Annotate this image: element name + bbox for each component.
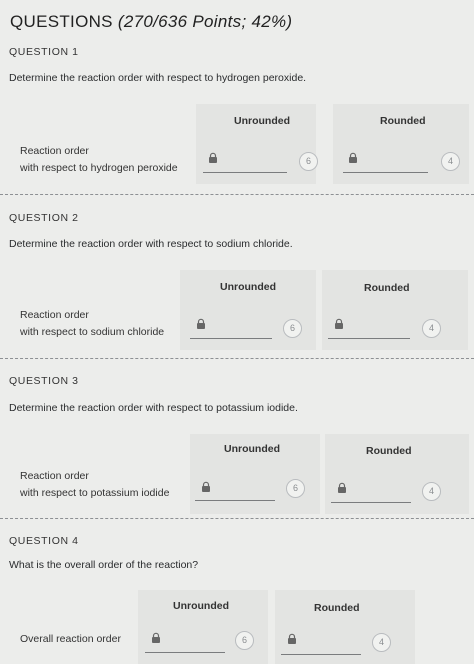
- question-3-rounded-header: Rounded: [366, 445, 412, 457]
- question-1-prompt: Determine the reaction order with respec…: [9, 72, 307, 84]
- question-3-prompt: Determine the reaction order with respec…: [9, 402, 298, 414]
- question-2-unrounded-header: Unrounded: [220, 281, 276, 293]
- question-4-prompt: What is the overall order of the reactio…: [9, 559, 199, 571]
- question-4-row-label: Overall reaction order: [20, 631, 121, 648]
- question-1-rounded-input[interactable]: [343, 158, 428, 173]
- question-4-unrounded-input[interactable]: [145, 638, 225, 653]
- question-3-unrounded-header: Unrounded: [224, 443, 280, 455]
- question-1-rounded-badge[interactable]: 4: [441, 152, 460, 171]
- row-label-line2: with respect to sodium chloride: [20, 326, 165, 338]
- question-4-unrounded-header: Unrounded: [173, 600, 229, 612]
- row-label-line1: Reaction order: [20, 145, 89, 157]
- header-title: QUESTIONS: [10, 12, 113, 31]
- question-divider: [0, 194, 474, 195]
- question-2-unrounded-badge[interactable]: 6: [283, 319, 302, 338]
- row-label-line2: with respect to potassium iodide: [20, 487, 170, 499]
- question-2-row-label: Reaction order with respect to sodium ch…: [20, 307, 164, 341]
- question-4-rounded-header: Rounded: [314, 602, 360, 614]
- question-divider: [0, 358, 474, 359]
- question-2-rounded-header: Rounded: [364, 282, 410, 294]
- question-4-rounded-input[interactable]: [281, 640, 361, 655]
- question-4-unrounded-badge[interactable]: 6: [235, 631, 254, 650]
- question-1-label: QUESTION 1: [9, 46, 79, 58]
- row-label-line1: Reaction order: [20, 309, 89, 321]
- question-3-unrounded-badge[interactable]: 6: [286, 479, 305, 498]
- question-3-rounded-badge[interactable]: 4: [422, 482, 441, 501]
- question-3-label: QUESTION 3: [9, 375, 79, 387]
- question-2-prompt: Determine the reaction order with respec…: [9, 238, 293, 250]
- question-2-rounded-input[interactable]: [328, 324, 410, 339]
- question-1-unrounded-input[interactable]: [203, 158, 287, 173]
- question-2-rounded-badge[interactable]: 4: [422, 319, 441, 338]
- question-3-unrounded-input[interactable]: [195, 486, 275, 501]
- question-1-rounded-header: Rounded: [380, 115, 426, 127]
- question-3-row-label: Reaction order with respect to potassium…: [20, 468, 169, 502]
- row-label-line1: Overall reaction order: [20, 633, 121, 645]
- question-4-rounded-badge[interactable]: 4: [372, 633, 391, 652]
- question-2-label: QUESTION 2: [9, 212, 79, 224]
- page-header: QUESTIONS (270/636 Points; 42%): [10, 12, 292, 32]
- header-points: (270/636 Points; 42%): [117, 12, 293, 31]
- question-4-label: QUESTION 4: [9, 535, 79, 547]
- question-1-unrounded-header: Unrounded: [234, 115, 290, 127]
- question-divider: [0, 518, 474, 519]
- row-label-line2: with respect to hydrogen peroxide: [20, 162, 178, 174]
- question-1-row-label: Reaction order with respect to hydrogen …: [20, 143, 178, 177]
- row-label-line1: Reaction order: [20, 470, 89, 482]
- question-3-rounded-input[interactable]: [331, 488, 411, 503]
- question-1-unrounded-badge[interactable]: 6: [299, 152, 318, 171]
- question-2-unrounded-input[interactable]: [190, 324, 272, 339]
